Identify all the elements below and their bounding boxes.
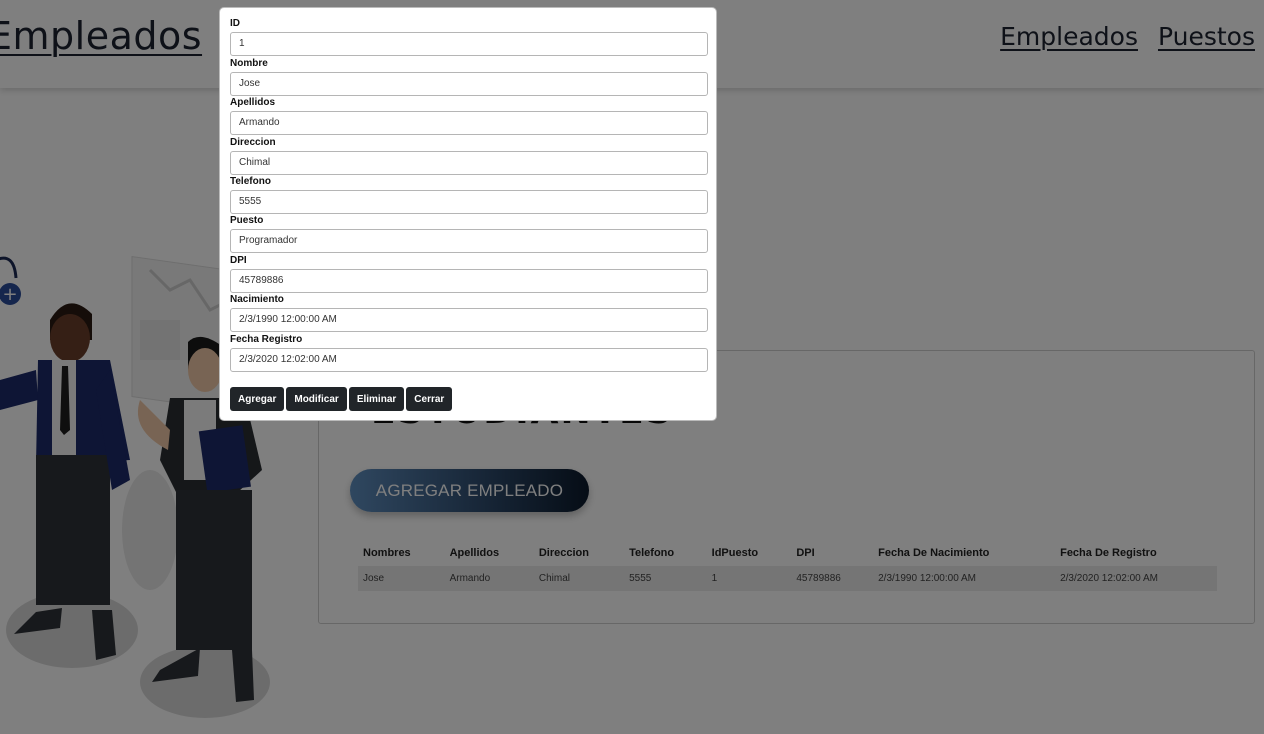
field-label: Direccion <box>230 137 276 148</box>
field-dpi: DPI 45789886 <box>230 254 708 293</box>
cerrar-button[interactable]: Cerrar <box>406 387 453 411</box>
eliminar-button[interactable]: Eliminar <box>348 387 405 411</box>
direccion-input[interactable]: Chimal <box>230 151 708 175</box>
field-apellidos: Apellidos Armando <box>230 96 708 135</box>
employee-modal: ID 1 Nombre Jose Apellidos Armando Direc… <box>219 7 717 421</box>
field-label: Nacimiento <box>230 294 284 305</box>
field-label: ID <box>230 18 240 29</box>
field-telefono: Telefono 5555 <box>230 175 708 214</box>
fecha-registro-input[interactable]: 2/3/2020 12:02:00 AM <box>230 348 708 372</box>
modal-actions: Agregar Modificar Eliminar Cerrar <box>230 387 453 411</box>
field-label: Telefono <box>230 176 271 187</box>
field-nombre: Nombre Jose <box>230 57 708 96</box>
apellidos-input[interactable]: Armando <box>230 111 708 135</box>
modificar-button[interactable]: Modificar <box>286 387 347 411</box>
field-label: Apellidos <box>230 97 276 108</box>
agregar-button[interactable]: Agregar <box>230 387 285 411</box>
field-fecha-registro: Fecha Registro 2/3/2020 12:02:00 AM <box>230 333 708 372</box>
field-label: Puesto <box>230 215 264 226</box>
nombre-input[interactable]: Jose <box>230 72 708 96</box>
nacimiento-input[interactable]: 2/3/1990 12:00:00 AM <box>230 308 708 332</box>
field-id: ID 1 <box>230 17 708 56</box>
id-input[interactable]: 1 <box>230 32 708 56</box>
field-direccion: Direccion Chimal <box>230 136 708 175</box>
telefono-input[interactable]: 5555 <box>230 190 708 214</box>
dpi-input[interactable]: 45789886 <box>230 269 708 293</box>
puesto-input[interactable]: Programador <box>230 229 708 253</box>
field-label: Fecha Registro <box>230 334 303 345</box>
field-puesto: Puesto Programador <box>230 214 708 253</box>
field-label: DPI <box>230 255 247 266</box>
field-nacimiento: Nacimiento 2/3/1990 12:00:00 AM <box>230 293 708 332</box>
field-label: Nombre <box>230 58 268 69</box>
